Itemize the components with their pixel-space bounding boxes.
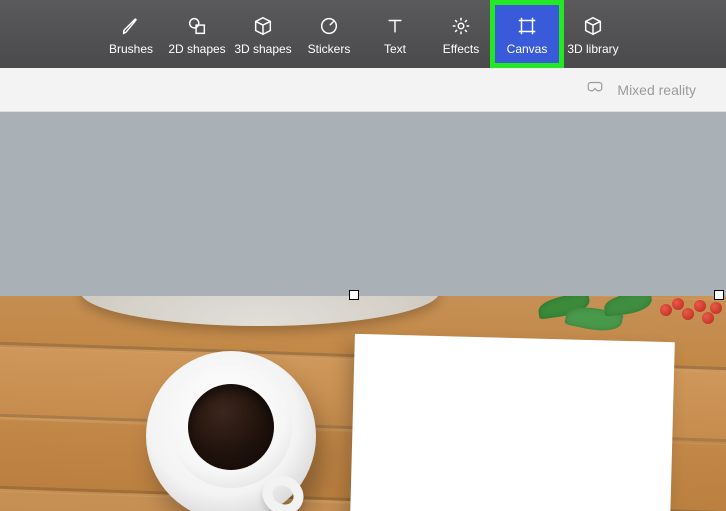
resize-handle-top-right[interactable] [714, 290, 724, 300]
stickers-icon [318, 13, 340, 39]
paper-sheet [349, 334, 675, 511]
tool-2d-shapes[interactable]: 2D shapes [164, 4, 230, 64]
tool-stickers[interactable]: Stickers [296, 4, 362, 64]
brush-icon [120, 13, 142, 39]
effects-icon [450, 13, 472, 39]
tool-brushes[interactable]: Brushes [98, 4, 164, 64]
mixed-reality-button[interactable]: Mixed reality [617, 82, 696, 98]
tool-label: Stickers [308, 42, 351, 56]
tool-label: 2D shapes [168, 42, 225, 56]
canvas-image[interactable] [0, 296, 726, 511]
shapes-2d-icon [186, 13, 208, 39]
text-icon [384, 13, 406, 39]
tool-3d-library[interactable]: 3D library [560, 4, 626, 64]
tool-label: Effects [443, 42, 479, 56]
sub-toolbar: Mixed reality [0, 68, 726, 112]
mixed-reality-icon [585, 78, 605, 101]
berries [656, 298, 726, 338]
tool-effects[interactable]: Effects [428, 4, 494, 64]
tool-label: Text [384, 42, 406, 56]
workspace[interactable] [0, 112, 726, 511]
tool-label: Canvas [507, 42, 548, 56]
resize-handle-top-mid[interactable] [349, 290, 359, 300]
tool-label: 3D library [567, 42, 618, 56]
coffee-liquid [188, 384, 274, 470]
tool-canvas[interactable]: Canvas [494, 4, 560, 64]
tool-label: Brushes [109, 42, 153, 56]
tool-text[interactable]: Text [362, 4, 428, 64]
tool-3d-shapes[interactable]: 3D shapes [230, 4, 296, 64]
tool-label: 3D shapes [234, 42, 291, 56]
library-3d-icon [582, 13, 604, 39]
main-toolbar: Brushes 2D shapes 3D shapes Stickers Tex… [0, 0, 726, 68]
shapes-3d-icon [252, 13, 274, 39]
canvas-icon [516, 13, 538, 39]
